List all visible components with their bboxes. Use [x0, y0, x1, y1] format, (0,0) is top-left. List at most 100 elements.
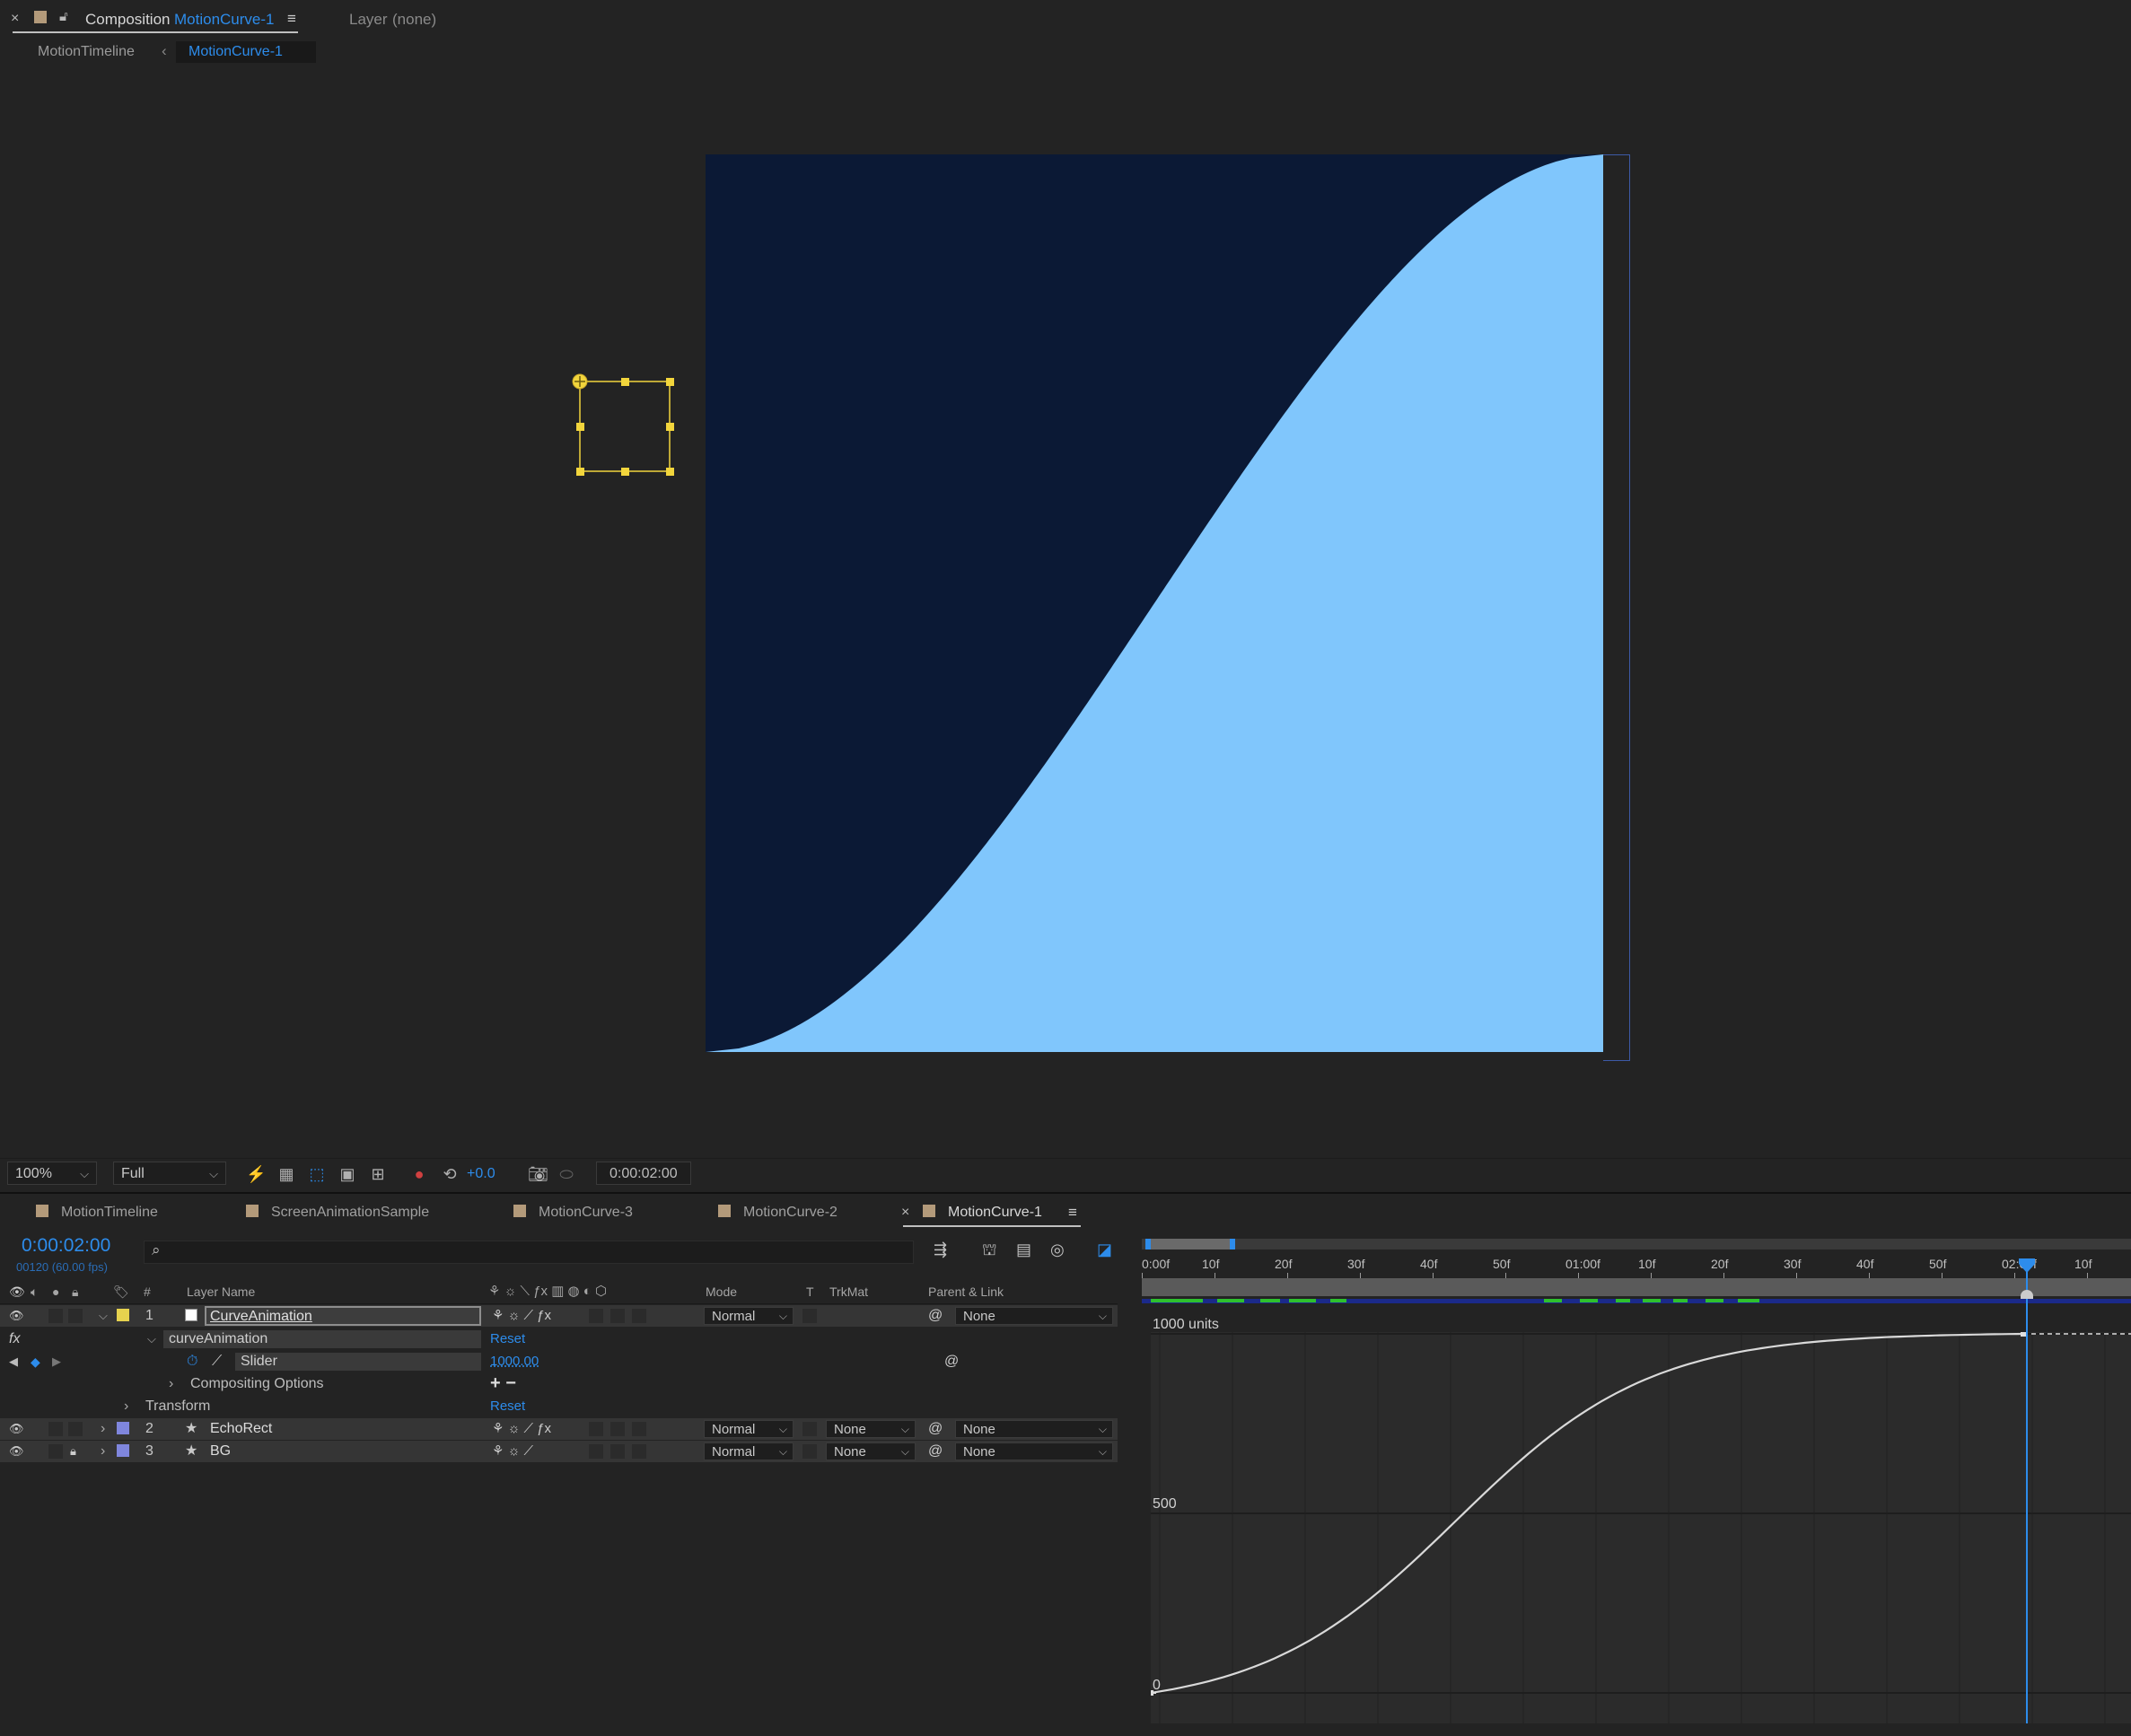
- switch-cell[interactable]: [632, 1444, 646, 1459]
- audio-header-icon[interactable]: 🔈︎: [31, 1280, 38, 1303]
- video-toggle-icon[interactable]: 👁︎: [9, 1422, 25, 1436]
- blend-mode-dropdown[interactable]: Normal ⌵: [704, 1307, 794, 1325]
- chevron-right-icon[interactable]: ›: [124, 1396, 128, 1417]
- time-navigator[interactable]: [1142, 1239, 2131, 1249]
- breadcrumb-parent[interactable]: MotionTimeline: [38, 44, 135, 60]
- playhead-handle-icon[interactable]: [2017, 1257, 2037, 1276]
- stopwatch-icon[interactable]: ⏱︎: [187, 1351, 197, 1372]
- switch-cell[interactable]: [632, 1422, 646, 1436]
- chevron-down-icon[interactable]: ⌵: [99, 1305, 108, 1327]
- graph-toggle-icon[interactable]: ⟋: [212, 1351, 222, 1372]
- transform-label[interactable]: Transform: [145, 1396, 210, 1417]
- keyframe-diamond-icon[interactable]: ◆: [31, 1351, 40, 1372]
- layer-selection-box[interactable]: [564, 366, 680, 483]
- chevron-down-icon[interactable]: ⌵: [147, 1328, 156, 1350]
- add-remove-mask-icon[interactable]: + −: [490, 1372, 516, 1394]
- switch-cell[interactable]: [610, 1309, 625, 1323]
- lock-icon[interactable]: 🔓︎: [59, 9, 68, 24]
- lock-icon[interactable]: 🔒︎: [70, 1441, 76, 1462]
- color-channels-icon[interactable]: ●: [409, 1164, 429, 1184]
- lock-header-icon[interactable]: 🔒︎: [72, 1280, 78, 1303]
- reset-exposure-icon[interactable]: ⟲: [440, 1164, 460, 1184]
- transform-reset-link[interactable]: Reset: [490, 1396, 525, 1417]
- close-icon[interactable]: ×: [11, 11, 19, 27]
- lock-toggle[interactable]: [68, 1309, 83, 1323]
- chevron-right-icon[interactable]: ›: [101, 1418, 105, 1440]
- comp-name[interactable]: MotionCurve-1: [174, 11, 275, 29]
- effect-row[interactable]: fx ⌵ curveAnimation Reset: [0, 1328, 1118, 1350]
- preserve-transparency-toggle[interactable]: [802, 1444, 817, 1459]
- work-area-bar[interactable]: [1142, 1278, 2131, 1296]
- layer-name-field[interactable]: CurveAnimation: [205, 1306, 481, 1326]
- pick-whip-icon[interactable]: @: [928, 1418, 943, 1440]
- layer-switches[interactable]: ⚘ ☼ ⟋ ƒx: [492, 1418, 551, 1440]
- current-time-field[interactable]: 0:00:02:00: [596, 1162, 691, 1185]
- panel-menu-icon[interactable]: ≡: [287, 10, 296, 28]
- current-time-indicator[interactable]: [2026, 1260, 2028, 1723]
- layer-switches[interactable]: ⚘ ☼ ⟋ ƒx: [492, 1305, 551, 1327]
- chevron-right-icon[interactable]: ›: [101, 1441, 105, 1462]
- layer-switches[interactable]: ⚘ ☼ ⟋: [492, 1441, 533, 1462]
- exposure-value[interactable]: +0.0: [467, 1166, 495, 1182]
- panel-menu-icon[interactable]: ≡: [1068, 1204, 1077, 1222]
- layer-search-input[interactable]: ⌕: [144, 1241, 914, 1264]
- slider-property-row[interactable]: ◀ ◆ ▶ ⏱︎ ⟋ Slider 1000.00 @: [0, 1351, 1118, 1372]
- next-keyframe-icon[interactable]: ▶: [52, 1351, 61, 1372]
- layer-row-2[interactable]: 👁︎ › 2 ★ EchoRect ⚘ ☼ ⟋ ƒx Normal ⌵ None ⌵…: [0, 1418, 1118, 1440]
- solo-toggle[interactable]: [48, 1422, 63, 1436]
- layer-name[interactable]: EchoRect: [210, 1418, 272, 1440]
- snapshot-icon[interactable]: 📷︎: [528, 1164, 548, 1184]
- label-color-swatch[interactable]: [117, 1422, 129, 1434]
- switch-cell[interactable]: [610, 1444, 625, 1459]
- breadcrumb-current[interactable]: MotionCurve-1: [189, 44, 283, 60]
- parent-dropdown[interactable]: None ⌵: [955, 1420, 1113, 1438]
- trkmat-header[interactable]: TrkMat: [829, 1280, 868, 1303]
- switch-cell[interactable]: [589, 1444, 603, 1459]
- label-header-icon[interactable]: 🏷︎: [113, 1280, 129, 1303]
- t-header[interactable]: T: [806, 1280, 814, 1303]
- graph-editor-icon[interactable]: ◪: [1097, 1241, 1112, 1259]
- layer-name[interactable]: BG: [210, 1441, 231, 1462]
- tab-motioncurve-1[interactable]: MotionCurve-1: [923, 1205, 1042, 1221]
- video-toggle-icon[interactable]: 👁︎: [9, 1444, 25, 1459]
- value-graph[interactable]: [1145, 1331, 2131, 1723]
- pick-whip-icon[interactable]: @: [928, 1441, 943, 1462]
- mode-header[interactable]: Mode: [706, 1280, 737, 1303]
- layer-name-header[interactable]: Layer Name: [187, 1280, 255, 1303]
- label-color-swatch[interactable]: [117, 1309, 129, 1321]
- pick-whip-icon[interactable]: @: [928, 1305, 943, 1327]
- compositing-options-row[interactable]: › Compositing Options + −: [0, 1373, 1118, 1395]
- track-matte-dropdown[interactable]: None ⌵: [826, 1442, 916, 1460]
- fast-preview-icon[interactable]: ⚡: [246, 1164, 266, 1184]
- show-snapshot-icon[interactable]: ⬭: [557, 1164, 576, 1184]
- layer-row-1[interactable]: 👁︎ ⌵ 1 CurveAnimation ⚘ ☼ ⟋ ƒx Normal ⌵ @…: [0, 1305, 1118, 1327]
- label-color-swatch[interactable]: [117, 1444, 129, 1457]
- layer-panel-label[interactable]: Layer: [349, 11, 388, 29]
- video-toggle-header-icon[interactable]: 👁︎: [9, 1280, 25, 1303]
- effect-reset-link[interactable]: Reset: [490, 1328, 525, 1350]
- number-header[interactable]: #: [144, 1280, 151, 1303]
- tab-motiontimeline[interactable]: MotionTimeline: [36, 1205, 158, 1221]
- preserve-transparency-toggle[interactable]: [802, 1309, 817, 1323]
- switch-cell[interactable]: [589, 1309, 603, 1323]
- compositing-options-label[interactable]: Compositing Options: [190, 1373, 324, 1395]
- switch-cell[interactable]: [632, 1309, 646, 1323]
- frame-blending-icon[interactable]: ▤: [1016, 1241, 1031, 1259]
- switch-cell[interactable]: [589, 1422, 603, 1436]
- region-of-interest-icon[interactable]: ▣: [338, 1164, 357, 1184]
- panel-title[interactable]: Composition: [85, 11, 171, 29]
- tab-motioncurve-2[interactable]: MotionCurve-2: [718, 1205, 837, 1221]
- parent-dropdown[interactable]: None ⌵: [955, 1307, 1113, 1325]
- blend-mode-dropdown[interactable]: Normal ⌵: [704, 1442, 794, 1460]
- parent-link-header[interactable]: Parent & Link: [928, 1280, 1004, 1303]
- layer-row-3[interactable]: 👁︎ 🔒︎ › 3 ★ BG ⚘ ☼ ⟋ Normal ⌵ None ⌵ @ Non…: [0, 1441, 1118, 1462]
- zoom-dropdown[interactable]: 100% ⌵: [7, 1162, 97, 1185]
- motion-blur-icon[interactable]: ◎: [1050, 1241, 1065, 1259]
- switch-cell[interactable]: [610, 1422, 625, 1436]
- transform-row[interactable]: › Transform Reset: [0, 1396, 1118, 1417]
- prev-keyframe-icon[interactable]: ◀: [9, 1351, 18, 1372]
- composition-flowchart-icon[interactable]: ⇶: [934, 1241, 947, 1259]
- solo-header-icon[interactable]: ●: [52, 1280, 59, 1303]
- current-time-display[interactable]: 0:00:02:00: [22, 1235, 110, 1257]
- blend-mode-dropdown[interactable]: Normal ⌵: [704, 1420, 794, 1438]
